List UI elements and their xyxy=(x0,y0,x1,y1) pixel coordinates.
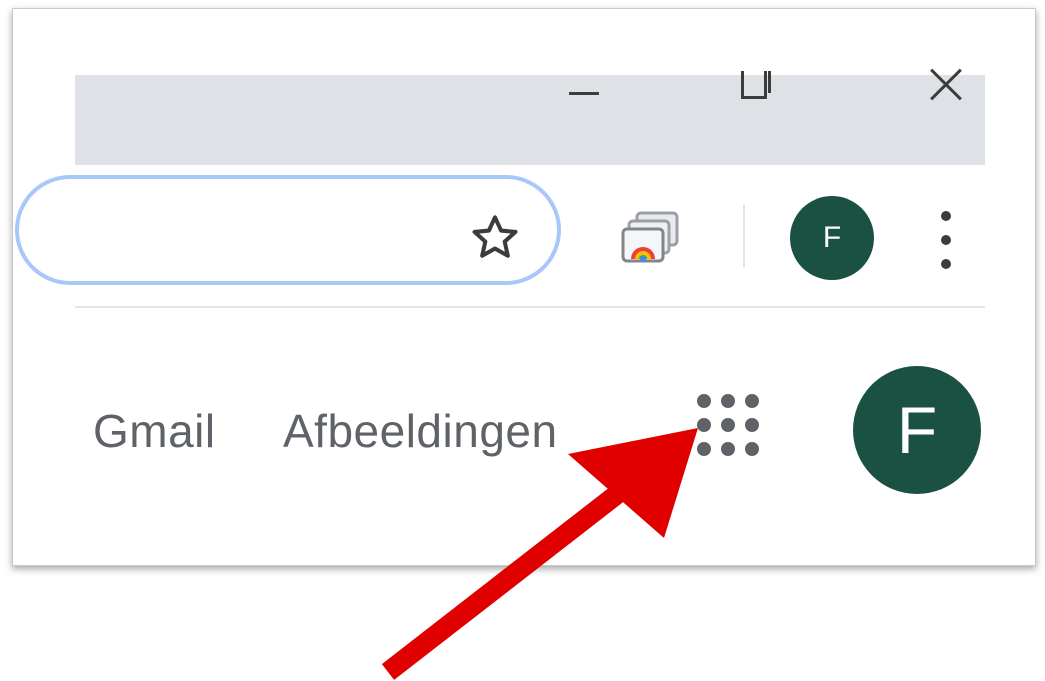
screenshot-stage: F Gmail Afbeeldingen F xyxy=(0,0,1045,681)
browser-toolbar: F xyxy=(15,165,985,305)
gmail-link[interactable]: Gmail xyxy=(93,404,216,458)
cast-icon[interactable] xyxy=(621,211,681,265)
profile-avatar-button[interactable]: F xyxy=(790,196,874,280)
toolbar-divider xyxy=(743,205,745,267)
red-arrow-annotation-icon xyxy=(381,428,698,680)
minimize-button[interactable] xyxy=(553,75,613,123)
three-dots-menu-icon[interactable] xyxy=(939,211,953,271)
titlebar xyxy=(75,71,985,165)
bookmark-star-icon[interactable] xyxy=(468,211,522,265)
google-account-avatar[interactable]: F xyxy=(853,366,981,494)
account-initial: F xyxy=(896,393,938,467)
close-button[interactable] xyxy=(917,75,977,123)
profile-initial: F xyxy=(822,221,842,254)
maximize-button[interactable] xyxy=(729,71,789,123)
